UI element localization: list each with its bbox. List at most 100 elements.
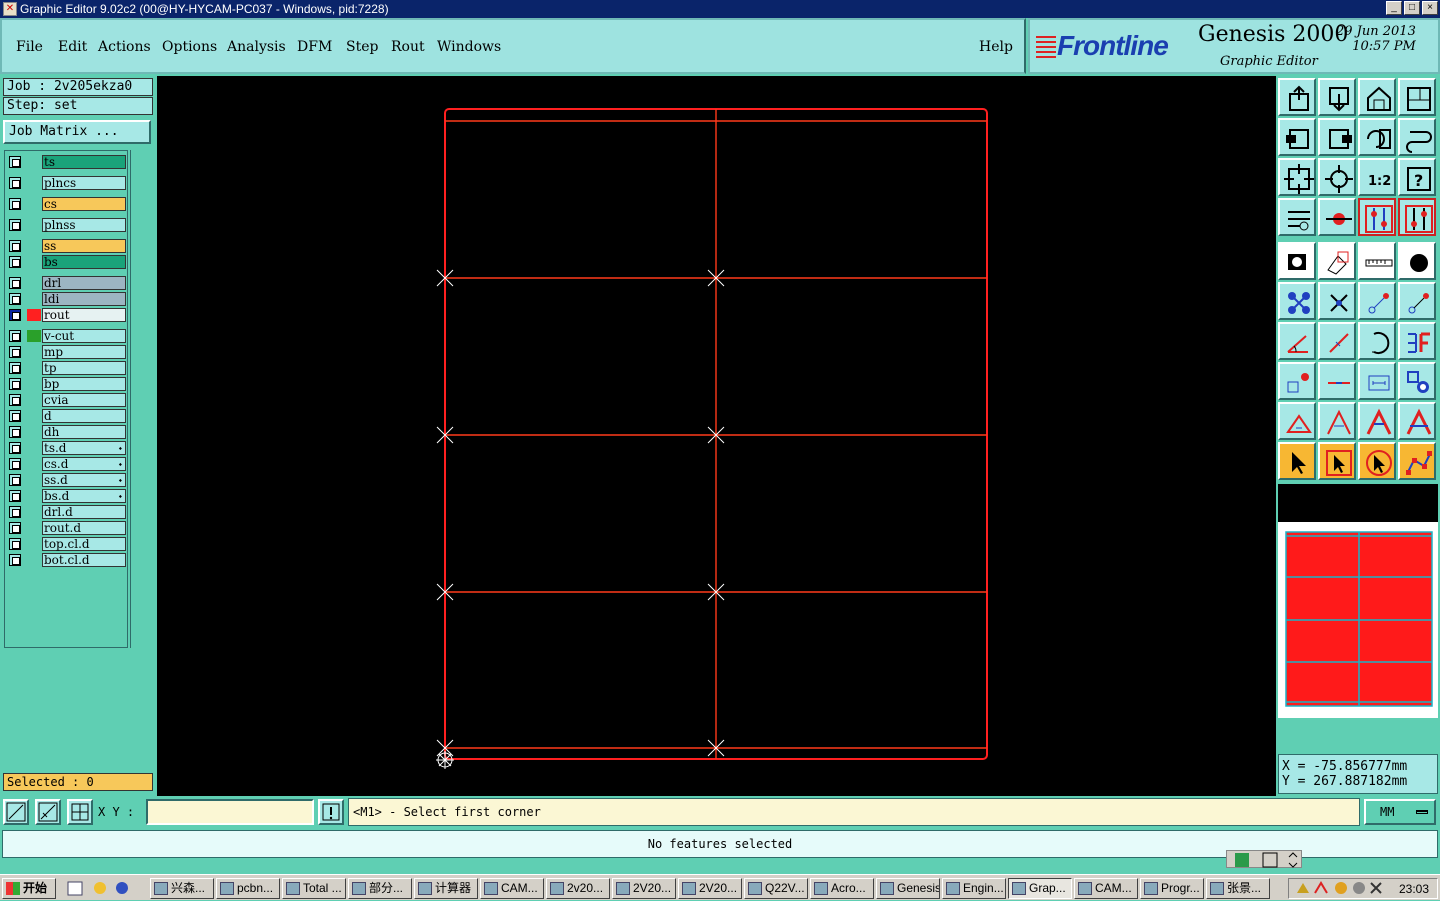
save-button[interactable]	[1318, 78, 1356, 116]
layer-row-cs[interactable]: cs	[7, 197, 127, 211]
group-button[interactable]	[1398, 362, 1436, 400]
pad-button[interactable]	[1278, 242, 1316, 280]
layer-row-drl-d[interactable]: drl.d	[7, 505, 127, 519]
layer-checkbox[interactable]	[9, 156, 21, 168]
layer-row-rout-d[interactable]: rout.d	[7, 521, 127, 535]
tray-icon-1[interactable]	[1297, 883, 1309, 893]
snap-left-button[interactable]	[1278, 118, 1316, 156]
taskbar-task[interactable]: 张景...	[1206, 878, 1270, 899]
taskbar-task[interactable]: Engin...	[942, 878, 1006, 899]
layer-name[interactable]: rout.d	[42, 521, 126, 535]
layer-name[interactable]: cvia	[42, 393, 126, 407]
layer-checkbox[interactable]	[9, 330, 21, 342]
taskbar-task[interactable]: Total ...	[282, 878, 346, 899]
measure-button[interactable]	[1318, 198, 1356, 236]
layer-name[interactable]: d	[42, 409, 126, 423]
layer-row-tp[interactable]: tp	[7, 361, 127, 375]
edit-shape-button[interactable]	[1318, 242, 1356, 280]
scale-1-2-button[interactable]: 1:2	[1358, 158, 1396, 196]
layer-name[interactable]: ss	[42, 239, 126, 253]
close-button[interactable]: ×	[1422, 1, 1438, 15]
menu-analysis[interactable]: Analysis	[227, 39, 286, 55]
menu-step[interactable]: Step	[346, 39, 378, 55]
layer-checkbox[interactable]	[9, 219, 21, 231]
layer-name[interactable]: bs.d ⬩	[42, 489, 126, 503]
layer-checkbox[interactable]	[9, 309, 21, 321]
help-button[interactable]: ?	[1398, 158, 1436, 196]
taskbar-task[interactable]: Progr...	[1140, 878, 1204, 899]
menu-actions[interactable]: Actions	[98, 39, 151, 55]
layer-checkbox[interactable]	[9, 277, 21, 289]
layer-row-bot-cl-d[interactable]: bot.cl.d	[7, 553, 127, 567]
layer-row-cs-d[interactable]: cs.d ⬩	[7, 457, 127, 471]
layer-name[interactable]: dh	[42, 425, 126, 439]
minimize-button[interactable]: _	[1386, 1, 1402, 15]
snap-right-button[interactable]	[1318, 118, 1356, 156]
layer-name[interactable]: top.cl.d	[42, 537, 126, 551]
layer-name[interactable]: ldi	[42, 292, 126, 306]
layer-checkbox[interactable]	[9, 177, 21, 189]
menu-dfm[interactable]: DFM	[297, 39, 332, 55]
start-button[interactable]: 开始	[2, 878, 56, 899]
taskbar-task[interactable]: 部分...	[348, 878, 412, 899]
move-point-button[interactable]	[1398, 282, 1436, 320]
layer-row-drl[interactable]: drl	[7, 276, 127, 290]
triangle-button[interactable]	[1278, 402, 1316, 440]
split-button[interactable]	[1318, 362, 1356, 400]
taskbar-task[interactable]: 计算器	[414, 878, 478, 899]
arch-button[interactable]	[1358, 402, 1396, 440]
layer-row-bs[interactable]: bs	[7, 255, 127, 269]
layer-checkbox[interactable]	[9, 394, 21, 406]
taskbar-task[interactable]: Genesis	[876, 878, 940, 899]
text-f-button[interactable]	[1398, 322, 1436, 360]
layer-name[interactable]: ss.d ⬩	[42, 473, 126, 487]
layer-row-ldi[interactable]: ldi	[7, 292, 127, 306]
browser-icon[interactable]	[94, 882, 106, 894]
layer-row-plncs[interactable]: plncs	[7, 176, 127, 190]
graphic-canvas[interactable]	[157, 76, 1276, 796]
taskbar-task[interactable]: 2V20...	[612, 878, 676, 899]
layer-row-v-cut[interactable]: v-cut	[7, 329, 127, 343]
units-selector[interactable]: MM	[1364, 799, 1436, 825]
arc-button[interactable]	[1358, 322, 1396, 360]
taskbar-task[interactable]: 2v20...	[546, 878, 610, 899]
circle-button[interactable]	[1398, 242, 1436, 280]
layer-row-bp[interactable]: bp	[7, 377, 127, 391]
tray-icon-3[interactable]	[1335, 882, 1347, 894]
layer-checkbox[interactable]	[9, 198, 21, 210]
snap-mode-button[interactable]	[3, 799, 29, 825]
open-job-button[interactable]	[1278, 78, 1316, 116]
layer-checkbox[interactable]	[9, 426, 21, 438]
layer-checkbox[interactable]	[9, 538, 21, 550]
layer-row-dh[interactable]: dh	[7, 425, 127, 439]
layer-checkbox[interactable]	[9, 293, 21, 305]
tray-icon-5[interactable]	[1370, 882, 1382, 894]
layer-name[interactable]: ts	[42, 155, 126, 169]
layer-scrollbar[interactable]	[130, 150, 154, 648]
menu-options[interactable]: Options	[162, 39, 217, 55]
menu-help[interactable]: Help	[979, 39, 1013, 55]
layer-checkbox[interactable]	[9, 458, 21, 470]
dimension-button[interactable]	[1358, 362, 1396, 400]
layer-name[interactable]: tp	[42, 361, 126, 375]
ime-bar[interactable]	[1226, 850, 1302, 868]
home-button[interactable]	[1358, 78, 1396, 116]
taskbar-task[interactable]: 兴森...	[150, 878, 214, 899]
layer-checkbox[interactable]	[9, 362, 21, 374]
layer-row-rout[interactable]: rout	[7, 308, 127, 322]
layer-checkbox[interactable]	[9, 522, 21, 534]
layer-checkbox[interactable]	[9, 240, 21, 252]
taskbar-task[interactable]: Grap...	[1008, 878, 1072, 899]
layer-name[interactable]: cs	[42, 197, 126, 211]
layer-checkbox[interactable]	[9, 378, 21, 390]
layer-checkbox[interactable]	[9, 410, 21, 422]
layer-row-ts-d[interactable]: ts.d ⬩	[7, 441, 127, 455]
layer-row-top-cl-d[interactable]: top.cl.d	[7, 537, 127, 551]
layer-name[interactable]: bp	[42, 377, 126, 391]
route-button[interactable]	[1398, 442, 1436, 480]
taskbar-task[interactable]: CAM...	[480, 878, 544, 899]
alert-button[interactable]	[318, 799, 344, 825]
layer-name[interactable]: rout	[42, 308, 126, 322]
taskbar-task[interactable]: pcbn...	[216, 878, 280, 899]
layer-name[interactable]: v-cut	[42, 329, 126, 343]
